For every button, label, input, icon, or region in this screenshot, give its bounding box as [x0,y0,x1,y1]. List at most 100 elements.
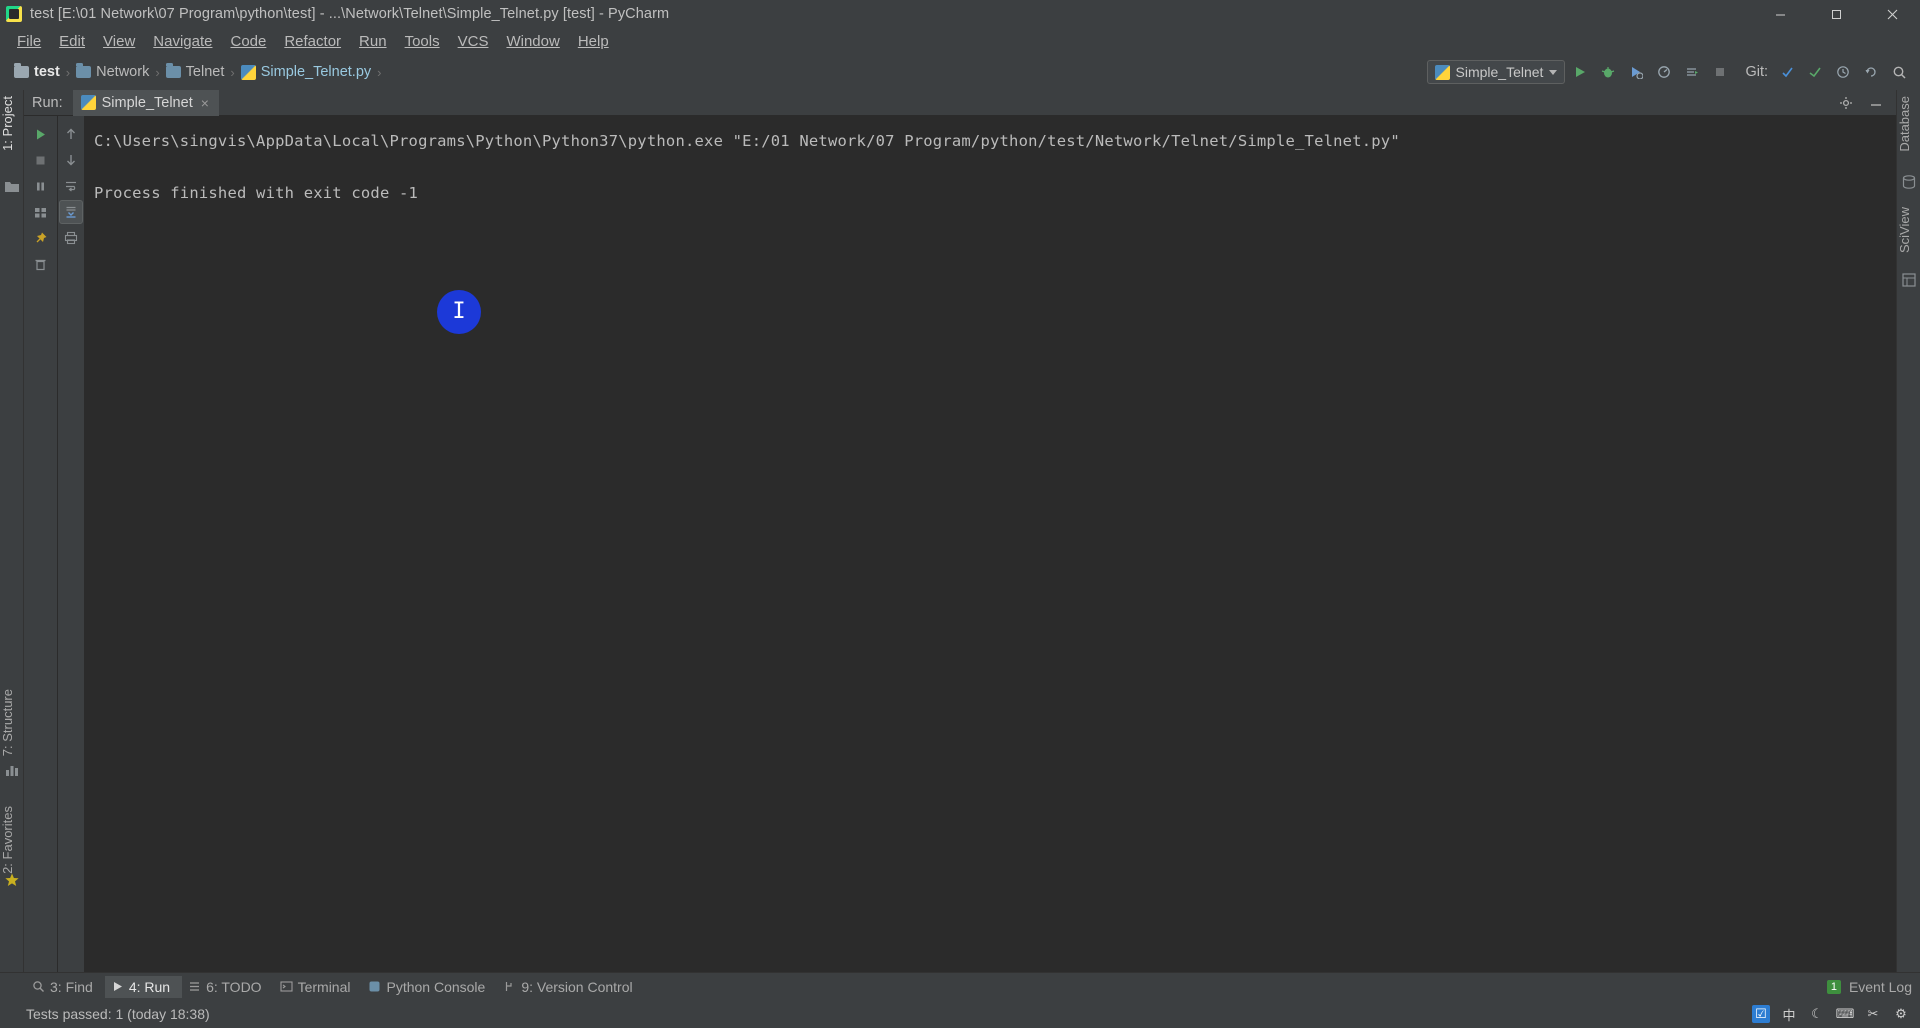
right-tool-strip: Database SciView [1896,90,1920,972]
sidebar-item-project[interactable]: 1: Project [0,92,24,155]
menu-refactor-label: Refactor [284,32,342,50]
bottom-tab-terminal[interactable]: Terminal [274,976,363,998]
menu-window[interactable]: Window [497,30,568,53]
bottom-tab-version-control[interactable]: 9: Version Control [497,976,644,998]
git-commit-button[interactable] [1802,59,1828,85]
bottom-tool-bar: 3: Find 4: Run 6: TODO Terminal Python C… [0,972,1920,1000]
minimize-button[interactable] [1752,0,1808,28]
breadcrumb-item-simple-telnet-py[interactable]: Simple_Telnet.py [237,62,375,82]
scroll-to-end-icon[interactable] [59,200,83,224]
menu-code[interactable]: Code [221,30,275,53]
arrow-up-icon[interactable] [59,122,83,146]
menu-vcs[interactable]: VCS [449,30,498,53]
arrow-down-icon[interactable] [59,148,83,172]
breadcrumb-label-telnet: Telnet [185,64,225,80]
event-log-area[interactable]: 1 Event Log [1826,978,1920,995]
sciview-icon[interactable] [1901,272,1917,288]
maximize-button[interactable] [1808,0,1864,28]
run-window-title: Run: [32,94,63,111]
stop-button[interactable] [29,148,53,172]
menu-edit[interactable]: Edit [50,30,94,53]
menu-view[interactable]: View [94,30,144,53]
ime-checkbox-icon[interactable]: ☑ [1752,1005,1770,1023]
left-tool-strip: 1: Project 7: Structure 2: Favorites [0,90,24,972]
python-file-icon [240,64,256,80]
stop-button[interactable] [1707,59,1733,85]
sidebar-item-sciview[interactable]: SciView [1897,203,1920,257]
pin-icon[interactable] [29,226,53,250]
window-title: test [E:\01 Network\07 Program\python\te… [30,6,670,22]
soft-wrap-icon[interactable] [59,174,83,198]
menu-file-label: File [17,32,42,50]
bottom-tab-find[interactable]: 3: Find [26,976,105,998]
terminal-icon [280,981,293,992]
ime-tools-icon[interactable]: ✂ [1864,1005,1882,1023]
event-log-label: Event Log [1848,978,1912,995]
structure-icon[interactable] [4,762,20,778]
database-icon[interactable] [1901,174,1917,190]
menu-file[interactable]: File [8,30,50,53]
ime-settings-icon[interactable]: ⚙ [1892,1005,1910,1023]
printer-icon[interactable] [59,226,83,250]
bottom-tab-terminal-label: Terminal [297,978,351,995]
bottom-tab-python-console[interactable]: Python Console [362,976,497,998]
bottom-tab-python-console-label: Python Console [386,978,486,995]
menu-run-label: Run [359,32,387,50]
console-command-line: C:\Users\singvis\AppData\Local\Programs\… [94,132,1400,150]
close-icon[interactable]: × [199,96,211,110]
ime-moon-icon[interactable]: ☾ [1808,1005,1826,1023]
sidebar-item-database[interactable]: Database [1897,92,1920,156]
menu-help[interactable]: Help [569,30,618,53]
coverage-button[interactable] [1623,59,1649,85]
trash-icon[interactable] [29,252,53,276]
git-history-button[interactable] [1830,59,1856,85]
system-tray: ☑ 中 ☾ ⌨ ✂ ⚙ [1752,1005,1920,1023]
project-folder-icon[interactable] [4,178,20,194]
run-tool-window: Run: Simple_Telnet × C:\Users\singvis\Ap… [24,89,1896,972]
attach-icon[interactable] [1679,59,1705,85]
search-everywhere-button[interactable] [1886,59,1912,85]
star-icon[interactable] [4,872,20,888]
settings-button[interactable] [1834,91,1858,115]
list-icon [190,982,200,991]
run-console-output[interactable]: C:\Users\singvis\AppData\Local\Programs\… [84,116,1896,972]
run-tab-simple-telnet[interactable]: Simple_Telnet × [72,89,219,116]
python-file-icon [1434,64,1450,80]
menu-window-label: Window [506,32,560,50]
run-tab-label: Simple_Telnet [101,94,193,111]
pycharm-icon [6,6,22,22]
sidebar-item-structure[interactable]: 7: Structure [0,685,24,760]
git-rollback-button[interactable] [1858,59,1884,85]
play-icon [113,982,122,991]
breadcrumb-item-test[interactable]: test [10,62,64,82]
breadcrumb-item-telnet[interactable]: Telnet [162,62,229,82]
run-button[interactable] [1567,59,1593,85]
rerun-button[interactable] [29,122,53,146]
pause-button[interactable] [29,174,53,198]
run-configuration-selector[interactable]: Simple_Telnet [1426,60,1566,84]
close-button[interactable] [1864,0,1920,28]
menu-navigate[interactable]: Navigate [144,30,221,53]
hide-window-button[interactable] [1864,91,1888,115]
bottom-tab-run[interactable]: 4: Run [104,975,183,998]
chevron-down-icon [1549,69,1558,75]
profile-button[interactable] [1651,59,1677,85]
grid-view-button[interactable] [29,200,53,224]
menu-edit-label: Edit [59,32,86,50]
bottom-tab-todo[interactable]: 6: TODO [182,976,274,998]
status-bar: Tests passed: 1 (today 18:38) ☑ 中 ☾ ⌨ ✂ … [0,1000,1920,1028]
ime-keyboard-icon[interactable]: ⌨ [1836,1005,1855,1023]
bottom-tab-version-control-label: 9: Version Control [521,978,633,995]
pycharm-window: test [E:\01 Network\07 Program\python\te… [0,0,1920,1028]
ime-chinese-icon[interactable]: 中 [1780,1005,1798,1023]
breadcrumb-separator-3: › [230,64,235,80]
menu-run[interactable]: Run [350,30,396,53]
sidebar-item-favorites[interactable]: 2: Favorites [0,802,24,878]
breadcrumb-item-network[interactable]: Network [72,62,153,82]
menu-tools[interactable]: Tools [396,30,449,53]
debug-button[interactable] [1595,59,1621,85]
menu-refactor[interactable]: Refactor [275,30,350,53]
git-update-button[interactable] [1774,59,1800,85]
branch-icon [506,982,512,991]
